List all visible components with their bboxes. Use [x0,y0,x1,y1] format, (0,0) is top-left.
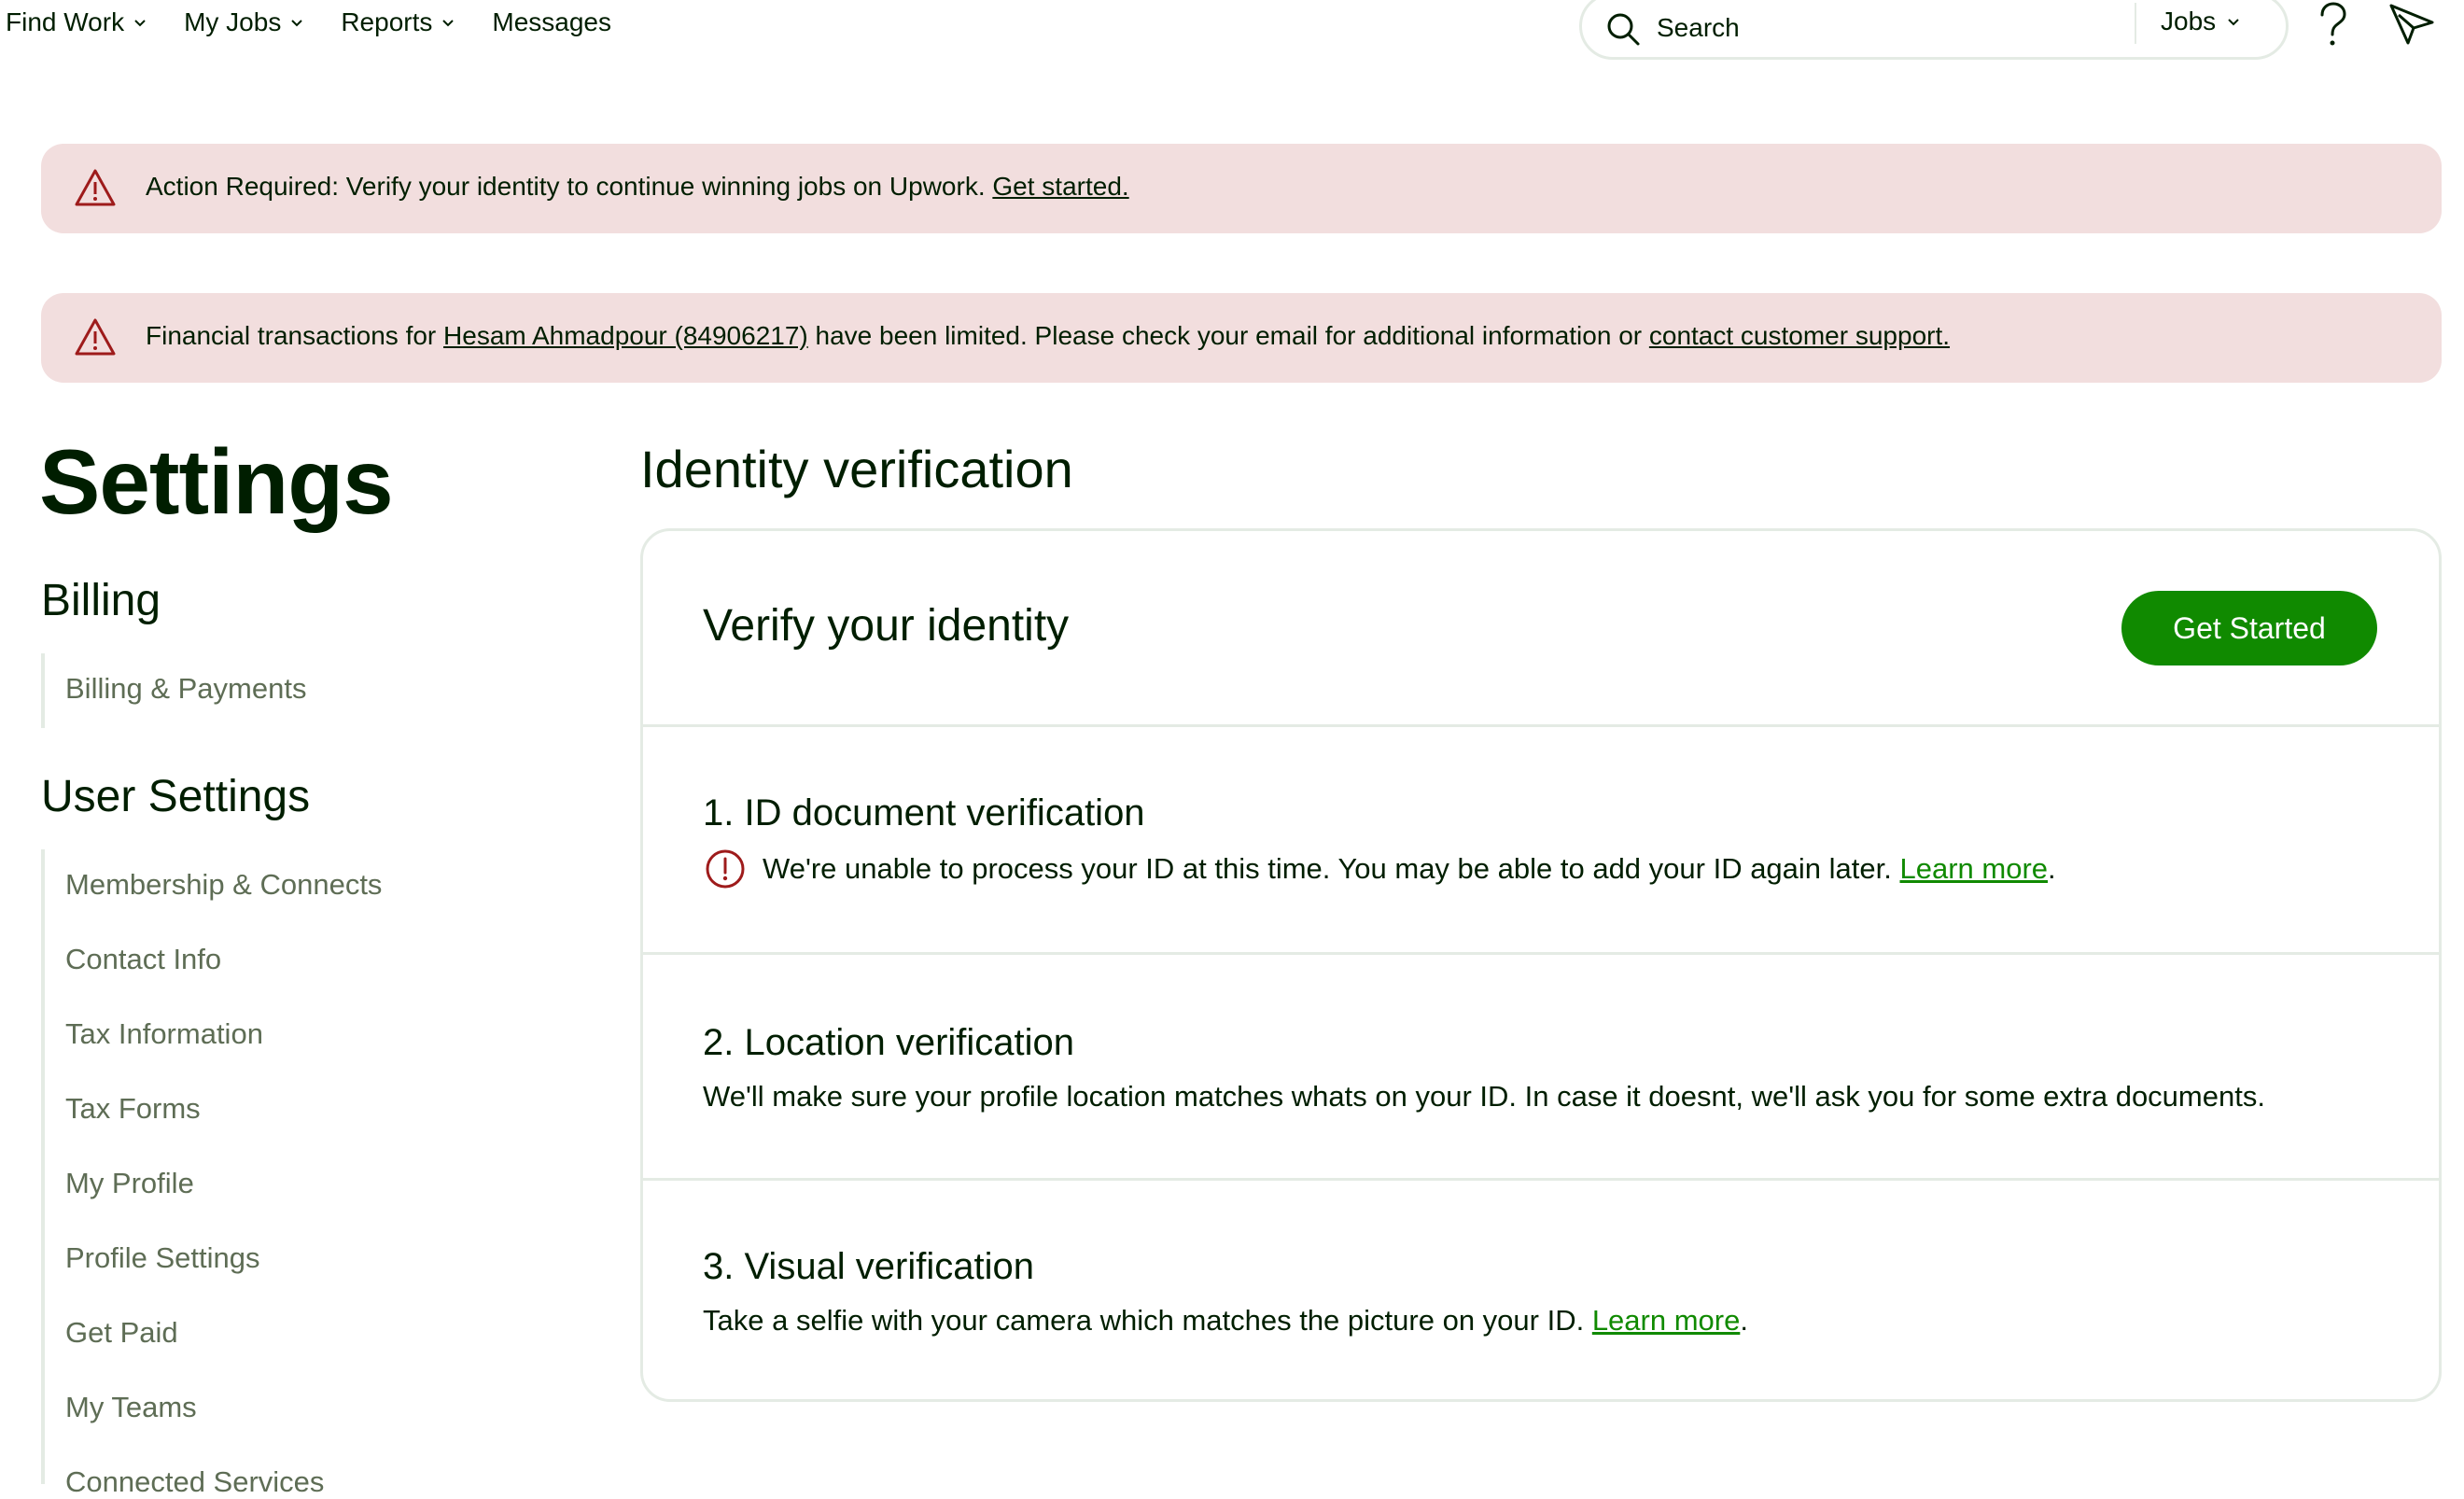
step-title: 3. Visual verification [703,1246,1034,1287]
sidebar-item-billing-payments[interactable]: Billing & Payments [65,672,306,706]
nav-my-jobs-label: My Jobs [184,7,282,36]
learn-more-link[interactable]: Learn more [1899,852,2048,885]
send-icon[interactable] [2387,2,2436,47]
alert-middle: have been limited. Please check your ema… [807,321,1649,350]
search-type-dropdown[interactable]: Jobs [2161,7,2242,36]
sidebar-item-get-paid[interactable]: Get Paid [65,1316,178,1350]
nav-reports[interactable]: Reports [341,7,456,37]
step-title: 2. Location verification [703,1022,1075,1063]
chevron-down-icon [134,20,146,27]
step-text: Take a selfie with your camera which mat… [703,1304,1592,1337]
step-suffix: . [1740,1304,1748,1337]
sidebar-item-profile-settings[interactable]: Profile Settings [65,1241,260,1275]
error-icon [706,849,745,889]
nav-find-work[interactable]: Find Work [6,7,148,37]
nav-find-work-label: Find Work [6,7,125,36]
chevron-down-icon [2228,19,2239,26]
settings-title: Settings [39,430,394,533]
search-input[interactable] [1655,8,2084,48]
step-visual: 3. Visual verification Take a selfie wit… [643,1181,2439,1399]
help-icon[interactable] [2309,0,2354,49]
step-location: 2. Location verification We'll make sure… [643,955,2439,1181]
account-link[interactable]: Hesam Ahmadpour (84906217) [443,321,808,350]
top-navigation: Find Work My Jobs Reports Messages Jobs [0,0,2464,62]
get-started-button[interactable]: Get Started [2121,591,2377,665]
verify-identity-title: Verify your identity [703,601,1070,651]
page-title: Identity verification [640,440,1073,498]
alert-prefix: Financial transactions for [146,321,444,350]
sidebar-item-my-teams[interactable]: My Teams [65,1391,197,1424]
nav-my-jobs[interactable]: My Jobs [184,7,305,37]
nav-reports-label: Reports [341,7,433,36]
sidebar-item-membership[interactable]: Membership & Connects [65,868,382,902]
warning-icon [75,169,116,206]
sidebar-item-connected-services[interactable]: Connected Services [65,1465,324,1499]
step-description: We'll make sure your profile location ma… [703,1080,2265,1113]
search-type-label: Jobs [2161,7,2217,35]
identity-verification-card: Verify your identity Get Started 1. ID d… [640,528,2442,1402]
learn-more-link[interactable]: Learn more [1592,1304,1741,1337]
alert-text: Action Required: Verify your identity to… [146,172,993,201]
step-suffix: . [2048,852,2056,885]
chevron-down-icon [291,20,303,27]
get-started-link[interactable]: Get started. [992,172,1128,201]
financial-limit-alert: Financial transactions for Hesam Ahmadpo… [41,293,2442,383]
sidebar-item-tax-information[interactable]: Tax Information [65,1017,263,1051]
step-description: Take a selfie with your camera which mat… [703,1304,1748,1338]
chevron-down-icon [442,20,455,27]
step-id-document: 1. ID document verification We're unable… [643,727,2439,955]
billing-menu: Billing & Payments [41,653,306,728]
nav-messages-label: Messages [492,7,611,36]
card-header: Verify your identity Get Started [643,531,2439,727]
nav-messages[interactable]: Messages [492,7,611,37]
user-settings-menu: Membership & Connects Contact Info Tax I… [41,849,382,1498]
verify-identity-alert: Action Required: Verify your identity to… [41,144,2442,233]
contact-support-link[interactable]: contact customer support. [1649,321,1950,350]
billing-heading: Billing [41,576,161,625]
search-icon[interactable] [1604,10,1642,48]
step-title: 1. ID document verification [703,792,1145,834]
sidebar-item-tax-forms[interactable]: Tax Forms [65,1092,201,1126]
step-text: We're unable to process your ID at this … [763,852,1900,885]
alert-message: Financial transactions for Hesam Ahmadpo… [146,321,1950,351]
sidebar-item-contact-info[interactable]: Contact Info [65,943,221,976]
search-box: Jobs [1579,0,2289,60]
step-description: We're unable to process your ID at this … [763,852,2056,886]
alert-message: Action Required: Verify your identity to… [146,172,1129,202]
search-divider [2135,3,2136,44]
user-settings-heading: User Settings [41,772,311,821]
warning-icon [75,318,116,356]
sidebar-item-my-profile[interactable]: My Profile [65,1167,194,1200]
nav-links: Find Work My Jobs Reports Messages [6,7,611,37]
